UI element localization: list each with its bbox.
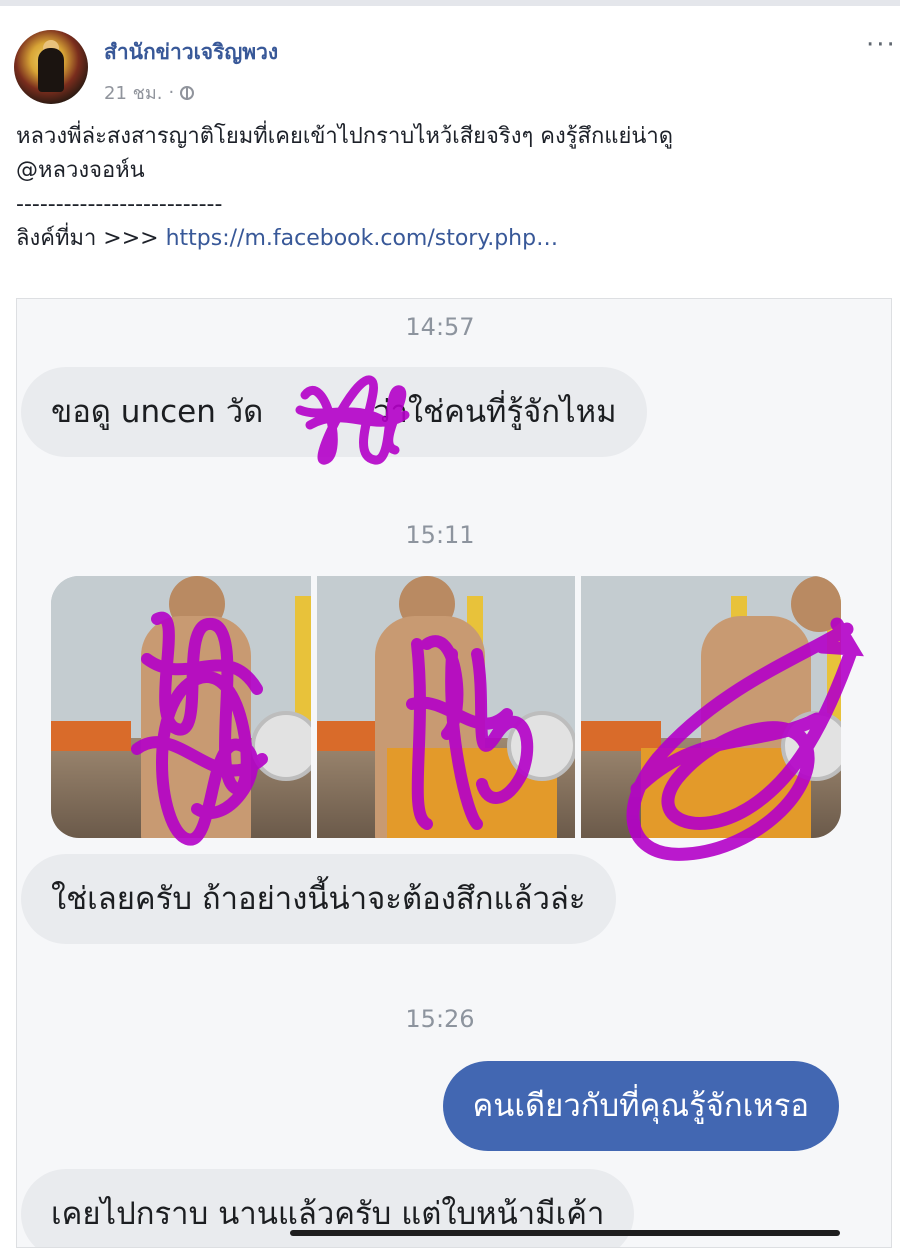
incoming-message-bubble: เคยไปกราบ นานแล้วครับ แต่ใบหน้ามีเค้า (21, 1169, 635, 1247)
photo-attachment[interactable] (317, 576, 575, 838)
chat-timestamp: 15:26 (405, 1005, 475, 1033)
source-link[interactable]: https://m.facebook.com/story.php… (166, 226, 559, 251)
mention-link[interactable]: @หลวงจอห์น (16, 154, 886, 188)
chat-timestamp: 14:57 (405, 313, 475, 341)
post-time[interactable]: 21 ชม. (104, 78, 162, 107)
page-name-link[interactable]: สำนักข่าวเจริญพวง (104, 36, 278, 69)
message-text: ใช่เลยครับ ถ้าอย่างนี้น่าจะต้องสึกแล้วล่… (51, 881, 586, 917)
meta-separator: · (168, 82, 175, 103)
chat-timestamp: 15:11 (405, 521, 475, 549)
post-divider: -------------------------- (16, 192, 223, 217)
incoming-message-bubble: ใช่เลยครับ ถ้าอย่างนี้น่าจะต้องสึกแล้วล่… (21, 854, 616, 944)
outgoing-message-bubble: คนเดียวกับที่คุณรู้จักเหรอ (442, 1061, 839, 1151)
message-text: ขอดู uncen วัด (51, 394, 264, 430)
source-label: ลิงค์ที่มา >>> (16, 226, 166, 251)
globe-icon[interactable] (180, 85, 195, 100)
more-options-icon[interactable]: ··· (866, 30, 897, 60)
photo-attachment[interactable] (51, 576, 311, 838)
photo-attachment-group[interactable] (51, 576, 841, 838)
page-avatar[interactable] (14, 30, 88, 104)
chat-screenshot-image[interactable]: 14:57 ขอดู uncen วัด ว่าใช่คนที่รู้จักไห… (16, 298, 892, 1248)
message-text: เคยไปกราบ นานแล้วครับ แต่ใบหน้ามีเค้า (51, 1196, 605, 1232)
post-meta: 21 ชม. · (104, 78, 195, 107)
message-text: ว่าใช่คนที่รู้จักไหม (363, 394, 617, 430)
post-text-line: หลวงพี่ล่ะสงสารญาติโยมที่เคยเข้าไปกราบไห… (16, 124, 674, 149)
top-border (0, 0, 900, 6)
incoming-message-bubble: ขอดู uncen วัด ว่าใช่คนที่รู้จักไหม (21, 367, 647, 457)
source-line: ลิงค์ที่มา >>> https://m.facebook.com/st… (16, 222, 886, 256)
post-text: หลวงพี่ล่ะสงสารญาติโยมที่เคยเข้าไปกราบไห… (16, 120, 886, 256)
message-text: คนเดียวกับที่คุณรู้จักเหรอ (472, 1088, 810, 1124)
avatar-figure (38, 48, 64, 92)
photo-attachment[interactable] (581, 576, 841, 838)
horizontal-scrollbar[interactable] (290, 1230, 840, 1236)
